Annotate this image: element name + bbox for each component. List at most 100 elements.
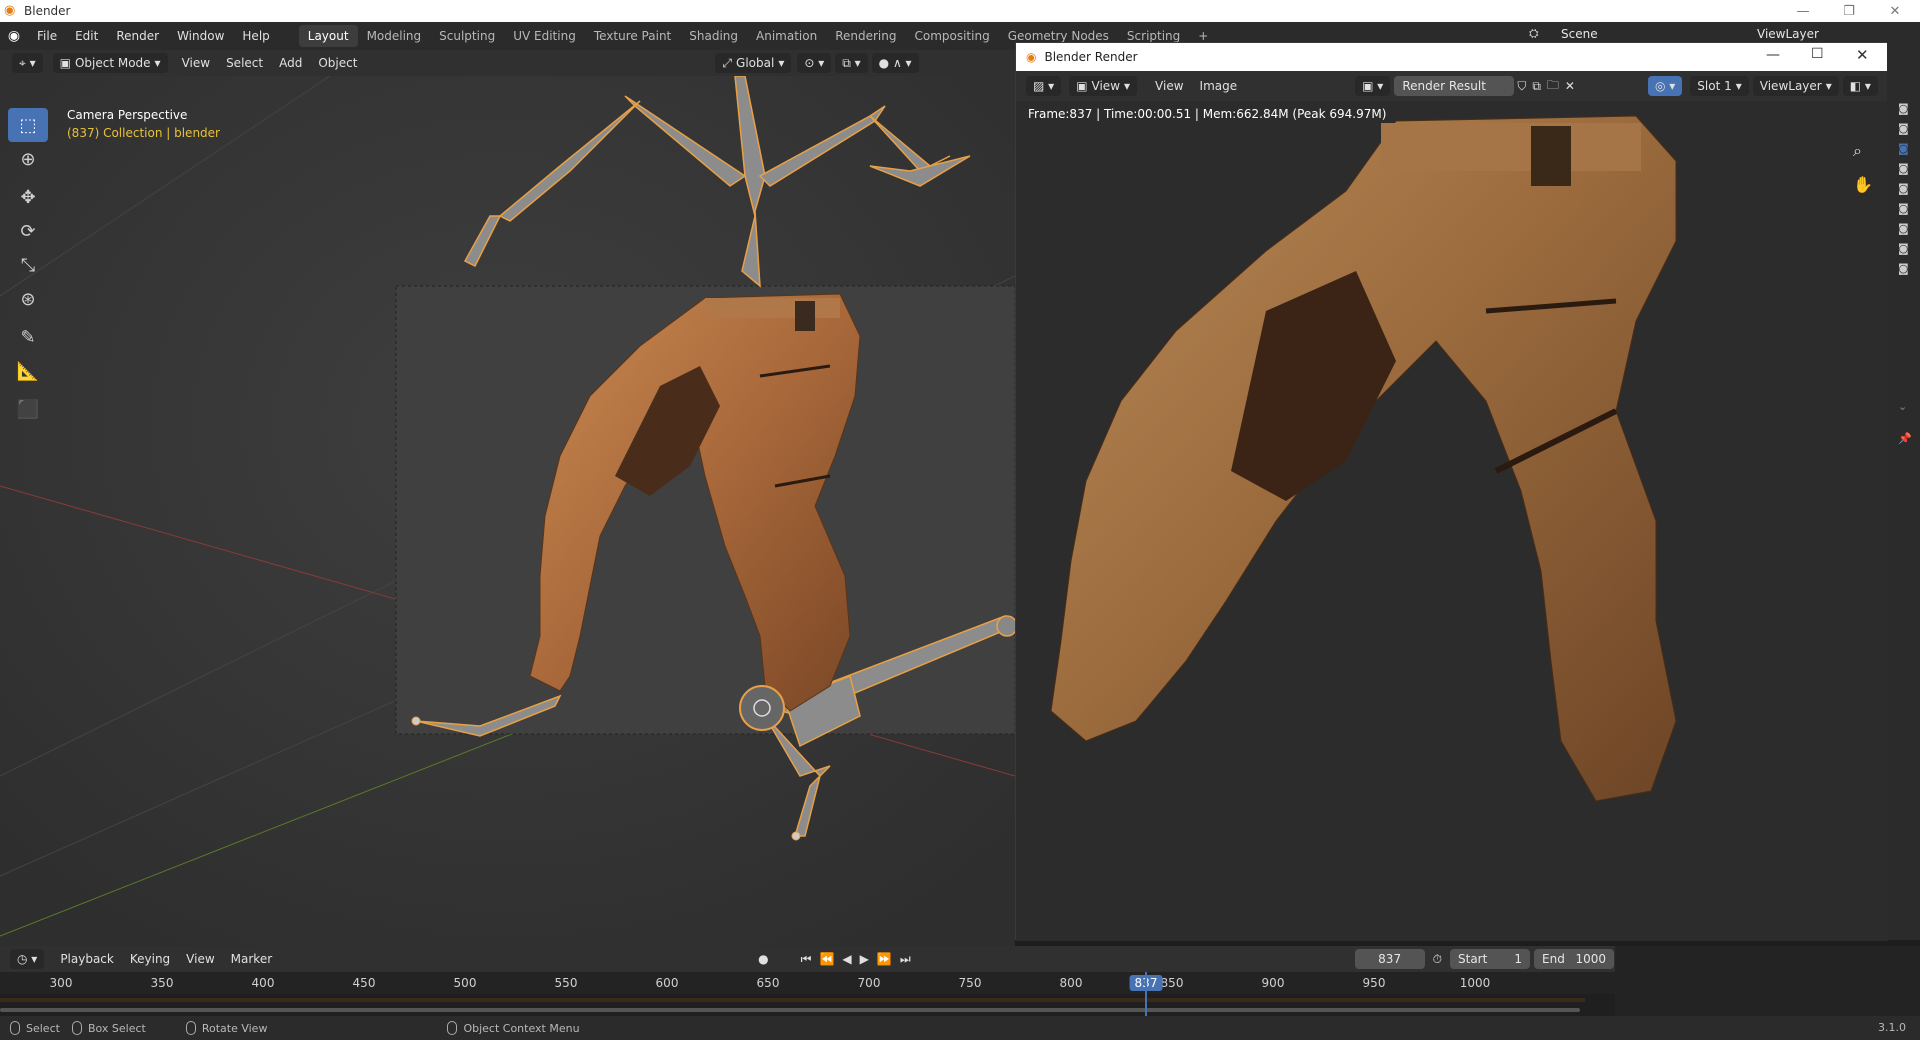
render-result-canvas[interactable]: Frame:837 | Time:00:00.51 | Mem:662.84M … <box>1016 101 1888 941</box>
editor-type-button[interactable]: ▨ ▾ <box>1026 76 1062 96</box>
timeline-menu-marker[interactable]: Marker <box>223 952 280 966</box>
tab-rendering[interactable]: Rendering <box>826 25 905 47</box>
gizmo-toggle[interactable]: ◎ ▾ <box>1647 76 1683 96</box>
camera-icon[interactable]: ◙ <box>1898 102 1909 115</box>
timeline-menu-view[interactable]: View <box>178 952 222 966</box>
next-keyframe-icon[interactable]: ⏩ <box>873 952 896 966</box>
proportional-edit-toggle[interactable]: ● ∧ ▾ <box>871 53 919 73</box>
camera-icon[interactable]: ◙ <box>1898 262 1909 275</box>
camera-icon[interactable]: ◙ <box>1898 242 1909 255</box>
timeline-scrollbar[interactable] <box>0 1008 1580 1012</box>
cursor-icon[interactable]: ⊕ <box>8 142 48 176</box>
close-icon[interactable]: ✕ <box>1856 46 1869 64</box>
mode-dropdown[interactable]: ▣ Object Mode ▾ <box>52 53 168 73</box>
camera-icon[interactable]: ◙ <box>1898 222 1909 235</box>
jump-end-icon[interactable]: ⏭ <box>896 952 915 967</box>
transform-icon[interactable]: ⊛ <box>8 282 48 316</box>
minimize-icon[interactable]: — <box>1766 47 1780 63</box>
editor-type-button[interactable]: ⌖ ▾ <box>12 53 43 73</box>
tab-uv-editing[interactable]: UV Editing <box>504 25 585 47</box>
tab-layout[interactable]: Layout <box>298 25 358 47</box>
chevron-down-icon[interactable]: ⌄ <box>1898 400 1907 413</box>
tab-animation[interactable]: Animation <box>747 25 826 47</box>
open-image-icon[interactable]: 🗀 <box>1544 76 1562 97</box>
snap-toggle[interactable]: ⧉ ▾ <box>835 53 868 73</box>
timeline-track[interactable] <box>0 972 1615 1016</box>
tab-shading[interactable]: Shading <box>680 25 747 47</box>
unlink-image-icon[interactable]: ✕ <box>1562 79 1578 93</box>
editor-type-button[interactable]: ◷ ▾ <box>10 949 45 969</box>
viewport-menu-add[interactable]: Add <box>271 56 310 70</box>
3d-viewport[interactable]: Camera Perspective (837) Collection | bl… <box>0 76 1015 946</box>
measure-icon[interactable]: 📐 <box>8 354 48 388</box>
menu-help[interactable]: Help <box>233 29 278 43</box>
zoom-icon[interactable]: ⌕ <box>1853 141 1862 161</box>
hand-icon[interactable]: ✋ <box>1853 175 1873 194</box>
auto-keying-icon[interactable]: ● <box>750 952 776 966</box>
tab-texture-paint[interactable]: Texture Paint <box>585 25 680 47</box>
image-name-field[interactable]: Render Result <box>1394 76 1515 96</box>
viewport-menu-object[interactable]: Object <box>310 56 365 70</box>
rotate-icon[interactable]: ⟳ <box>8 214 48 248</box>
play-reverse-icon[interactable]: ◀ <box>838 952 855 966</box>
camera-icon[interactable]: ◙ <box>1898 142 1909 155</box>
timeline-menu-playback[interactable]: Playback <box>52 952 122 966</box>
image-menu-image[interactable]: Image <box>1192 79 1246 93</box>
render-window-title: Blender Render <box>1044 50 1138 64</box>
tab-sculpting[interactable]: Sculpting <box>430 25 504 47</box>
close-icon[interactable]: ✕ <box>1872 0 1918 22</box>
scene-icon[interactable]: ⛭ <box>1529 26 1539 41</box>
current-frame-field[interactable]: 837 <box>1354 949 1425 969</box>
prev-keyframe-icon[interactable]: ⏪ <box>815 952 838 966</box>
camera-icon[interactable]: ◙ <box>1898 202 1909 215</box>
menu-file[interactable]: File <box>28 29 66 43</box>
select-box-icon[interactable]: ⬚ <box>8 108 48 142</box>
slot-dropdown[interactable]: Slot 1 ▾ <box>1690 76 1749 96</box>
object-origin-icon[interactable] <box>739 685 785 731</box>
pivot-point-dropdown[interactable]: ⊙ ▾ <box>797 53 832 73</box>
new-image-icon[interactable]: ⧉ <box>1529 79 1544 94</box>
playhead-line[interactable] <box>1145 972 1147 1016</box>
move-icon[interactable]: ✥ <box>8 180 48 214</box>
scene-name[interactable]: Scene <box>1561 27 1598 41</box>
timeline-ruler[interactable]: 300 350 400 450 500 550 600 650 700 750 … <box>0 972 1615 994</box>
bone-joint-icon[interactable] <box>411 716 421 726</box>
menu-window[interactable]: Window <box>168 29 233 43</box>
camera-icon[interactable]: ◙ <box>1898 162 1909 175</box>
image-menu-view[interactable]: View <box>1147 79 1191 93</box>
transform-orientation-dropdown[interactable]: ⤢ Global ▾ <box>715 53 792 73</box>
camera-icon[interactable]: ◙ <box>1898 182 1909 195</box>
play-icon[interactable]: ▶ <box>856 952 873 966</box>
viewport-menu-select[interactable]: Select <box>218 56 271 70</box>
display-channels-dropdown[interactable]: ◧ ▾ <box>1842 76 1878 96</box>
view-layer-dropdown[interactable]: ViewLayer ▾ <box>1752 76 1839 96</box>
add-cube-icon[interactable]: ⬛ <box>8 392 48 426</box>
scale-icon[interactable]: ⤡ <box>8 248 48 282</box>
render-info-text: Frame:837 | Time:00:00.51 | Mem:662.84M … <box>1028 107 1387 121</box>
render-window: ◉ Blender Render — ☐ ✕ ▨ ▾ ▣ View ▾ View … <box>1015 42 1888 941</box>
start-frame-field[interactable]: Start 1 <box>1450 949 1530 969</box>
end-frame-field[interactable]: End 1000 <box>1534 949 1614 969</box>
menu-render[interactable]: Render <box>107 29 168 43</box>
annotate-icon[interactable]: ✎ <box>8 320 48 354</box>
view-layer-name[interactable]: ViewLayer <box>1757 27 1819 41</box>
viewport-menu-view[interactable]: View <box>174 56 218 70</box>
jump-start-icon[interactable]: ⏮ <box>797 952 816 967</box>
pin-icon[interactable]: 📌 <box>1898 432 1912 445</box>
maximize-icon[interactable]: ☐ <box>1811 46 1824 62</box>
timeline-menu-keying[interactable]: Keying <box>122 952 178 966</box>
tab-compositing[interactable]: Compositing <box>905 25 998 47</box>
blender-menu-icon[interactable]: ◉ <box>0 28 28 44</box>
image-browse-button[interactable]: ▣ ▾ <box>1355 76 1391 96</box>
restore-icon[interactable]: ❐ <box>1826 0 1872 22</box>
fake-user-icon[interactable]: ⛉ <box>1514 79 1529 94</box>
minimize-icon[interactable]: — <box>1780 0 1826 22</box>
view-mode-dropdown[interactable]: ▣ View ▾ <box>1069 76 1138 96</box>
camera-icon[interactable]: ◙ <box>1898 122 1909 135</box>
use-preview-range-icon[interactable]: ⏱ <box>1425 952 1450 967</box>
bone-joint-icon[interactable] <box>996 615 1015 637</box>
menu-edit[interactable]: Edit <box>66 29 107 43</box>
viewport-overlay-title: Camera Perspective <box>67 108 188 122</box>
bone-joint-icon[interactable] <box>791 831 801 841</box>
tab-modeling[interactable]: Modeling <box>358 25 431 47</box>
